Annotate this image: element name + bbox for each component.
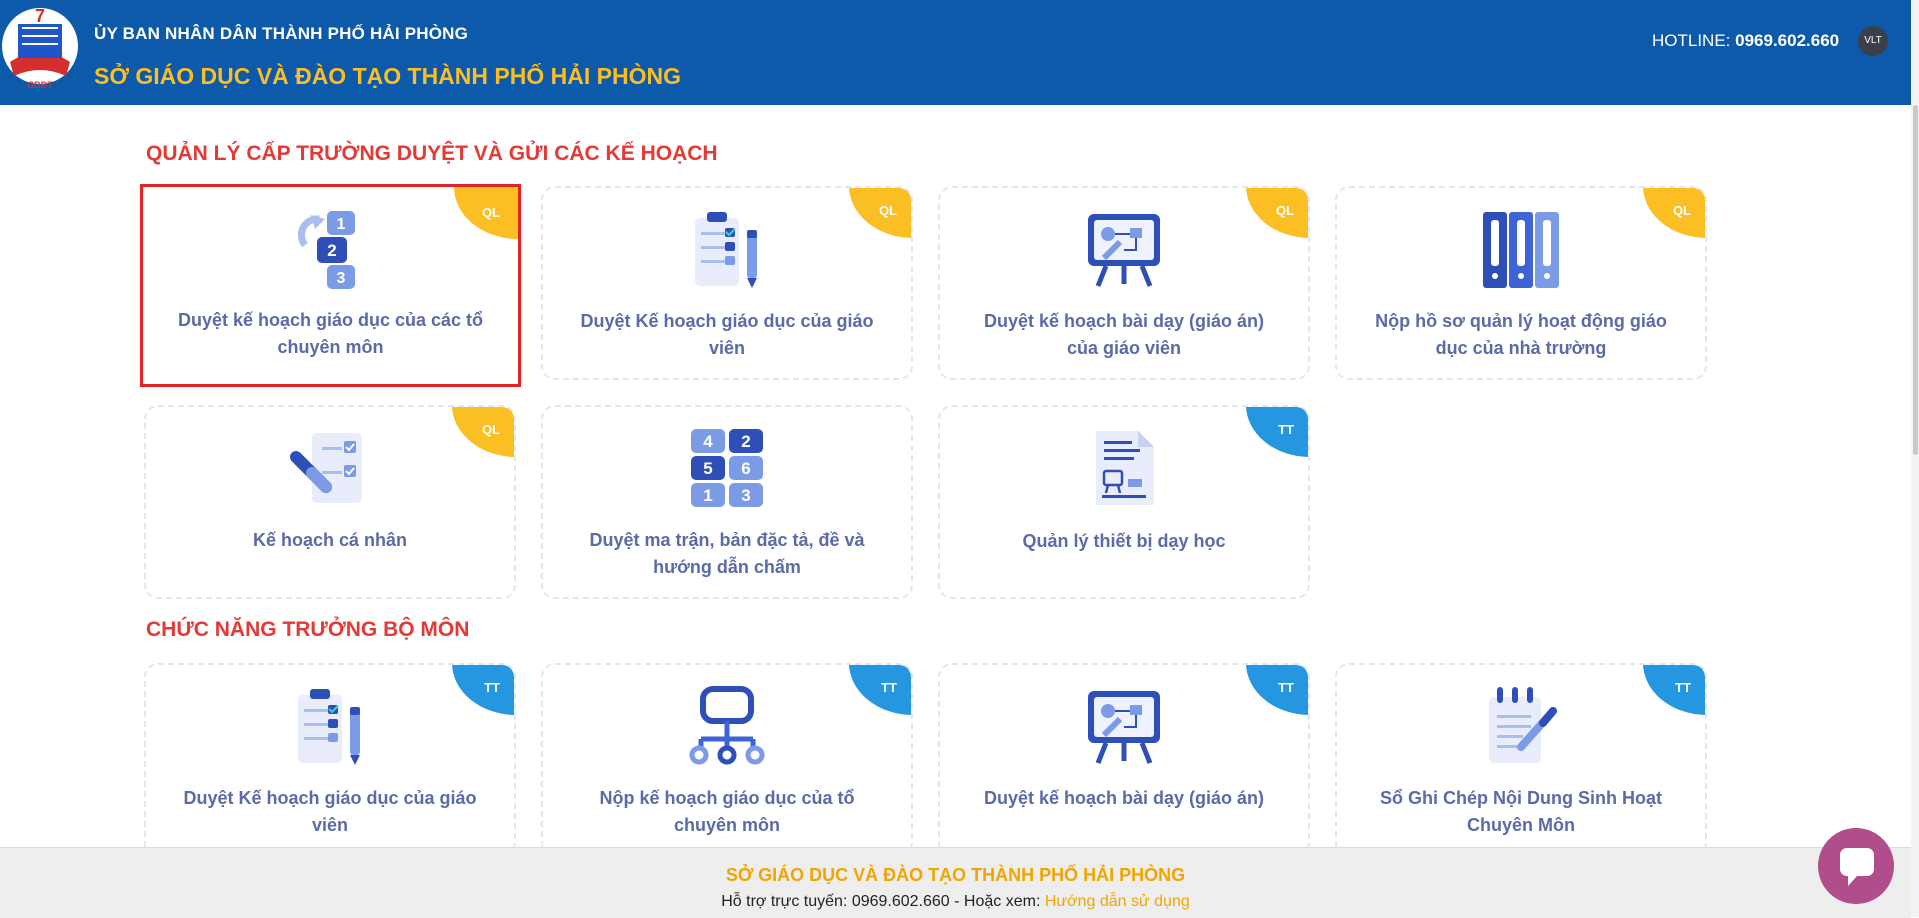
card-label: Nộp hồ sơ quản lý hoạt động giáo dục của… <box>1375 311 1667 358</box>
card-label: Sổ Ghi Chép Nội Dung Sinh Hoạt Chuyên Mô… <box>1380 788 1662 835</box>
site-footer: SỞ GIÁO DỤC VÀ ĐÀO TẠO THÀNH PHỐ HẢI PHÒ… <box>0 847 1911 918</box>
badge-label: QL <box>481 205 500 220</box>
badge-label: QL <box>1672 203 1691 218</box>
card-label: Duyệt Kế hoạch giáo dục của giáo viên <box>580 311 874 358</box>
equipment-document-icon <box>1084 427 1164 509</box>
card-label: Nộp kế hoạch giáo dục của tổ chuyên môn <box>599 788 855 835</box>
card-label: Duyệt kế hoạch bài dạy (giáo án) <box>983 788 1265 808</box>
card-dept-approve-lesson-plans[interactable]: TT Duyệt kế hoạch bài dạy (giáo án) <box>938 663 1310 857</box>
card-approve-exam-matrix[interactable]: Duyệt ma trận, bản đặc tả, đề và hướng d… <box>541 405 913 599</box>
clipboard-checklist-icon <box>687 208 767 290</box>
section-title-school-management: QUẢN LÝ CẤP TRƯỜNG DUYỆT VÀ GỬI CÁC KẾ H… <box>146 142 718 165</box>
card-approve-department-plans[interactable]: QL Duyệt kế hoạch giáo dục của các tổ ch… <box>140 184 521 387</box>
svg-text:7: 7 <box>35 6 45 26</box>
department-logo-icon[interactable]: 7 GDĐT <box>0 2 80 94</box>
clipboard-checklist-icon <box>290 685 370 767</box>
badge-label: TT <box>1278 422 1294 437</box>
card-approve-teacher-plans[interactable]: QL Duyệt Kế hoạch giáo dục của giáo viên <box>541 186 913 380</box>
hotline: HOTLINE: 0969.602.660 <box>1652 31 1839 51</box>
card-label: Duyệt Kế hoạch giáo dục của giáo viên <box>183 788 477 835</box>
presentation-board-icon <box>1084 685 1164 767</box>
user-guide-link[interactable]: Hướng dẫn sử dụng <box>1045 893 1190 910</box>
card-label: Quản lý thiết bị dạy học <box>1022 531 1226 551</box>
badge-label: QL <box>481 422 500 437</box>
badge-label: TT <box>1278 680 1294 695</box>
site-header: 7 GDĐT ỦY BAN NHÂN DÂN THÀNH PHỐ HẢI PHÒ… <box>0 0 1919 105</box>
card-submit-school-records[interactable]: QL Nộp hồ sơ quản lý hoạt động giáo dục … <box>1335 186 1707 380</box>
card-submit-department-plan[interactable]: TT Nộp kế hoạch giáo dục của tổ chuyên m… <box>541 663 913 857</box>
binders-icon <box>1481 208 1561 290</box>
chat-bubble-icon <box>1840 848 1874 886</box>
card-dept-approve-teacher-plans[interactable]: TT Duyệt Kế hoạch giáo dục của giáo viên <box>144 663 516 857</box>
org-chart-icon <box>687 685 767 767</box>
card-label: Duyệt kế hoạch bài dạy (giáo án) của giá… <box>983 311 1265 358</box>
card-meeting-notebook[interactable]: TT Sổ Ghi Chép Nội Dung Sinh Hoạt Chuyên… <box>1335 663 1707 857</box>
user-avatar[interactable]: VLT <box>1858 26 1888 56</box>
hotline-number: 0969.602.660 <box>1735 31 1840 50</box>
presentation-board-icon <box>1084 208 1164 290</box>
badge-label: QL <box>1275 203 1294 218</box>
badge-label: TT <box>1675 680 1691 695</box>
hotline-label: HOTLINE: <box>1652 31 1731 50</box>
chat-button[interactable] <box>1818 828 1894 904</box>
number-grid-icon <box>687 427 767 509</box>
numbered-list-icon <box>291 209 371 291</box>
site-title[interactable]: SỞ GIÁO DỤC VÀ ĐÀO TẠO THÀNH PHỐ HẢI PHÒ… <box>94 63 681 90</box>
card-label: Duyệt ma trận, bản đặc tả, đề và hướng d… <box>589 530 865 577</box>
personal-plan-icon <box>290 427 370 509</box>
card-teaching-equipment[interactable]: TT Quản lý thiết bị dạy học <box>938 405 1310 599</box>
badge-label: QL <box>878 203 897 218</box>
svg-text:GDĐT: GDĐT <box>27 80 53 90</box>
support-text: Hỗ trợ trực tuyến: 0969.602.660 - Hoặc x… <box>721 893 1041 910</box>
footer-title: SỞ GIÁO DỤC VÀ ĐÀO TẠO THÀNH PHỐ HẢI PHÒ… <box>725 865 1186 885</box>
footer-support: Hỗ trợ trực tuyến: 0969.602.660 - Hoặc x… <box>0 893 1911 911</box>
section-title-department-head: CHỨC NĂNG TRƯỞNG BỘ MÔN <box>146 618 470 641</box>
card-personal-plan[interactable]: QL Kế hoạch cá nhân <box>144 405 516 599</box>
card-label: Kế hoạch cá nhân <box>252 530 408 550</box>
parent-organization-name: ỦY BAN NHÂN DÂN THÀNH PHỐ HẢI PHÒNG <box>94 24 469 43</box>
card-label: Duyệt kế hoạch giáo dục của các tổ chuyê… <box>177 310 484 357</box>
scrollbar-thumb[interactable] <box>1913 105 1918 455</box>
card-approve-lesson-plans[interactable]: QL Duyệt kế hoạch bài dạy (giáo án) của … <box>938 186 1310 380</box>
badge-label: TT <box>484 680 500 695</box>
notepad-pen-icon <box>1481 685 1561 767</box>
badge-label: TT <box>881 680 897 695</box>
